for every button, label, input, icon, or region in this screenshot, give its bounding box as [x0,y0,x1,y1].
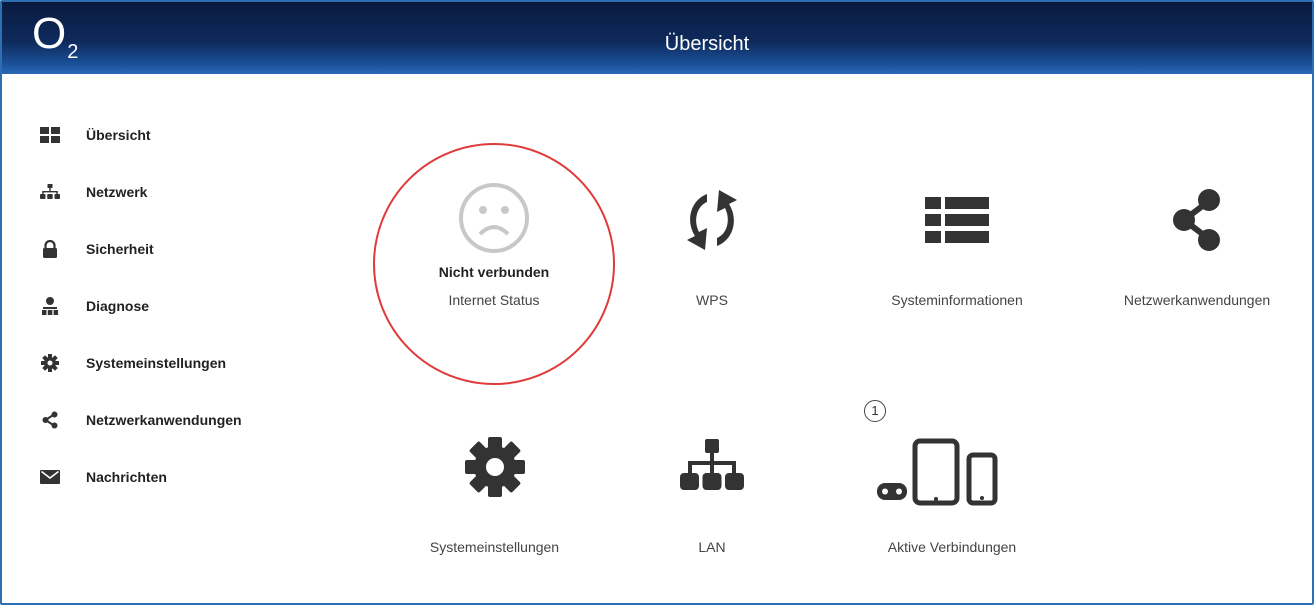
sidebar-item-netzwerk[interactable]: Netzwerk [40,163,340,220]
sidebar-item-label: Netzwerkanwendungen [86,411,242,428]
gear-icon [382,427,607,507]
gear-icon [40,353,60,373]
sidebar-item-label: Nachrichten [86,468,167,485]
sidebar-item-label: Sicherheit [86,240,154,257]
sidebar-item-systemeinstellungen[interactable]: Systemeinstellungen [40,334,340,391]
sidebar-item-label: Systemeinstellungen [86,354,227,371]
tile-systemeinstellungen[interactable]: Systemeinstellungen [382,427,607,555]
netzwerkanwendungen-label: Netzwerkanwendungen [1123,292,1271,308]
sidebar-item-netzwerkanwendungen[interactable]: Netzwerkanwendungen [40,391,340,448]
wps-icon [642,180,782,260]
sidebar-item-sicherheit[interactable]: Sicherheit [40,220,340,277]
tile-aktive-verbindungen[interactable]: Aktive Verbindungen [847,427,1057,555]
connections-count-badge: 1 [864,400,886,422]
internet-status-value: Nicht verbunden [438,264,550,280]
grid-icon [40,125,60,145]
systemeinstellungen-label: Systemeinstellungen [429,539,560,555]
systeminformationen-label: Systeminformationen [891,292,1023,308]
page-title: Übersicht [664,33,750,55]
tile-wps[interactable]: WPS [642,180,782,308]
share-icon [40,410,60,430]
network-icon [652,427,772,507]
sidebar-item-label: Diagnose [86,297,150,314]
tile-lan[interactable]: LAN [652,427,772,555]
sidebar-item-label: Übersicht [86,126,151,143]
diagnose-icon [40,296,60,316]
lan-label: LAN [698,539,726,555]
router-ui-frame: O2 Übersicht Übersicht Netzwerk Sicherhe… [0,0,1314,605]
internet-status-label: Internet Status [448,292,540,308]
sidebar-item-label: Netzwerk [86,183,148,200]
aktive-verbindungen-label: Aktive Verbindungen [887,539,1017,555]
list-icon [857,180,1057,260]
share-icon [1092,180,1302,260]
sidebar-item-uebersicht[interactable]: Übersicht [40,106,340,163]
sidebar-item-nachrichten[interactable]: Nachrichten [40,448,340,505]
top-bar: O2 Übersicht [2,2,1312,74]
sad-face-icon [383,182,605,258]
tile-netzwerkanwendungen[interactable]: Netzwerkanwendungen [1092,180,1302,308]
network-icon [40,182,60,202]
tile-systeminformationen[interactable]: Systeminformationen [857,180,1057,308]
sidebar-item-diagnose[interactable]: Diagnose [40,277,340,334]
envelope-icon [40,467,60,487]
tile-internet-status[interactable]: Nicht verbunden Internet Status [383,182,605,308]
wps-label: WPS [696,292,728,308]
devices-icon [847,427,1057,507]
lock-icon [40,239,60,259]
sidebar: Übersicht Netzwerk Sicherheit Diagnose S… [40,106,340,505]
